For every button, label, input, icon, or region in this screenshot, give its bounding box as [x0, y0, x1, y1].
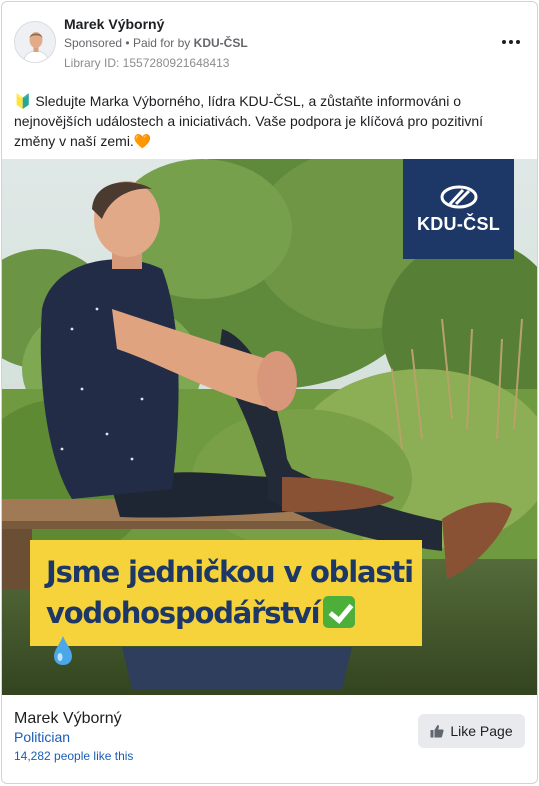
sponsored-meta: Sponsored • Paid for by KDU-ČSL [64, 36, 248, 50]
sponsored-label: Sponsored [64, 36, 123, 50]
banner-line-1: Jsme jedničkou v oblasti [46, 555, 414, 589]
page-likes-count[interactable]: 14,282 people like this [14, 749, 133, 763]
like-page-label: Like Page [450, 723, 513, 739]
page-category[interactable]: Politician [14, 729, 70, 745]
like-page-button[interactable]: Like Page [418, 714, 525, 748]
checkmark-emoji-icon [323, 596, 356, 628]
paid-for-by: KDU-ČSL [193, 36, 248, 50]
banner-line-2-text: vodohospodářství [46, 596, 321, 630]
post-header: Marek Výborný Sponsored • Paid for by KD… [2, 2, 537, 80]
banner-line-2: vodohospodářství [46, 593, 406, 666]
author-name[interactable]: Marek Výborný [64, 16, 164, 32]
ad-image[interactable]: KDU-ČSL Jsme jedničkou v oblasti vodohos… [2, 159, 537, 695]
kdu-csl-emblem-icon [440, 185, 477, 208]
thumbs-up-icon [430, 725, 444, 738]
avatar-portrait [15, 22, 55, 62]
library-id: Library ID: 1557280921648413 [64, 56, 230, 70]
ad-banner: Jsme jedničkou v oblasti vodohospodářstv… [30, 540, 422, 665]
post-text: 🔰 Sledujte Marka Výborného, lídra KDU-ČS… [14, 93, 484, 149]
paid-for-label: Paid for by [132, 36, 191, 50]
avatar[interactable] [14, 21, 56, 63]
page-name[interactable]: Marek Výborný [14, 710, 122, 728]
meta-separator: • [125, 36, 130, 50]
ad-card: Marek Výborný Sponsored • Paid for by KD… [1, 1, 538, 784]
page-footer: Marek Výborný Politician 14,282 people l… [2, 695, 537, 783]
logo-text: KDU-ČSL [416, 213, 501, 234]
water-drop-icon [54, 636, 72, 665]
more-options-icon[interactable] [497, 32, 525, 52]
kdu-csl-logo: KDU-ČSL [403, 159, 514, 259]
